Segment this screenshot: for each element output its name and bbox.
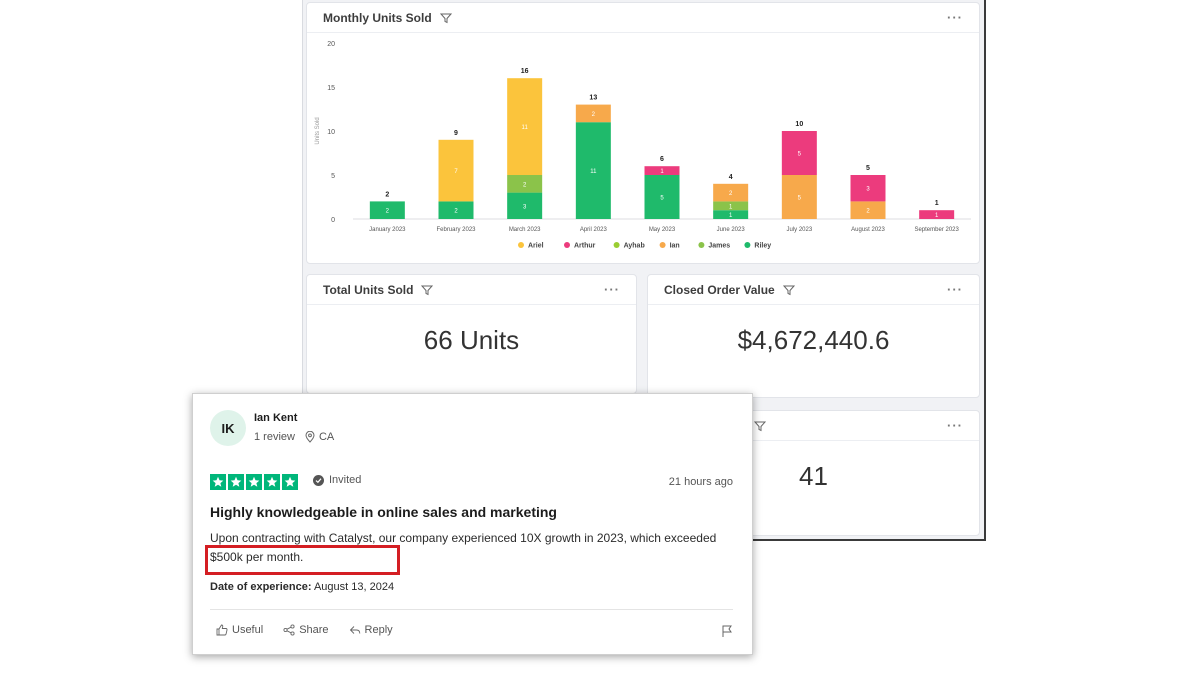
total-label: 16 — [521, 68, 529, 75]
date-value: August 13, 2024 — [313, 581, 395, 593]
total-label: 10 — [795, 121, 803, 128]
reply-icon — [349, 626, 360, 634]
reply-button[interactable]: Reply — [349, 624, 393, 636]
y-tick-label: 10 — [327, 129, 335, 136]
star-icon — [264, 474, 280, 490]
y-axis-label: Units Sold — [315, 117, 321, 144]
total-label: 4 — [729, 174, 733, 181]
divider — [210, 609, 733, 610]
useful-label: Useful — [232, 624, 264, 636]
total-label: 5 — [866, 165, 870, 172]
legend-label: James — [708, 243, 730, 250]
filter-icon[interactable] — [754, 420, 766, 432]
panel-title: Closed Order Value — [664, 282, 775, 297]
star-icon — [246, 474, 262, 490]
legend-swatch — [564, 242, 570, 248]
review-timestamp: 21 hours ago — [668, 476, 733, 488]
more-menu-icon[interactable]: ··· — [947, 419, 963, 432]
closed-order-value-panel: Closed Order Value ··· $4,672,440.6 — [647, 274, 980, 398]
x-tick-label: February 2023 — [436, 227, 476, 233]
share-icon — [283, 624, 295, 636]
legend-swatch — [744, 242, 751, 248]
star-icon — [228, 474, 244, 490]
y-tick-label: 5 — [331, 173, 335, 180]
x-tick-label: April 2023 — [580, 227, 608, 233]
thumbs-up-icon — [216, 624, 228, 636]
useful-button[interactable]: Useful — [216, 624, 263, 636]
avatar[interactable]: IK — [210, 410, 246, 446]
invited-badge: Invited — [313, 474, 361, 486]
star-icon — [210, 474, 226, 490]
star-icon — [282, 474, 298, 490]
more-menu-icon[interactable]: ··· — [604, 283, 620, 296]
y-tick-label: 20 — [327, 41, 335, 48]
x-tick-label: August 2023 — [851, 227, 885, 233]
y-tick-label: 15 — [327, 85, 335, 92]
location-pin-icon — [305, 431, 315, 443]
review-count: 1 review — [254, 431, 295, 443]
date-of-experience: Date of experience: August 13, 2024 — [210, 581, 394, 593]
filter-icon[interactable] — [439, 12, 452, 24]
x-tick-label: June 2023 — [717, 227, 746, 233]
share-button[interactable]: Share — [283, 624, 329, 636]
y-tick-label: 0 — [331, 217, 335, 224]
x-tick-label: January 2023 — [369, 227, 406, 233]
invited-label: Invited — [329, 474, 362, 486]
check-circle-icon — [313, 474, 324, 486]
legend-label: Ayhab — [624, 243, 645, 250]
panel-header: Closed Order Value ··· — [648, 275, 979, 305]
reviewer-name[interactable]: Ian Kent — [254, 412, 297, 424]
reviewer-meta: 1 review CA — [254, 431, 334, 443]
total-label: 1 — [935, 200, 939, 207]
highlight-annotation — [205, 545, 400, 575]
panel-header: Monthly Units Sold ··· — [307, 3, 979, 33]
legend-label: Arthur — [574, 243, 596, 250]
monthly-units-chart: 05101520Units Sold22January 2023279Febru… — [315, 41, 971, 250]
legend-label: Ian — [670, 243, 680, 250]
total-units-panel: Total Units Sold ··· 66 Units — [306, 274, 637, 394]
legend-swatch — [659, 242, 666, 248]
more-menu-icon[interactable]: ··· — [947, 11, 963, 24]
more-menu-icon[interactable]: ··· — [947, 283, 963, 296]
panel-title: Monthly Units Sold — [323, 10, 432, 25]
review-card: IK Ian Kent 1 review CA Invited 21 hours… — [192, 393, 753, 655]
stage: Monthly Units Sold ··· 0 5 10 15 20 Units Sol… — [0, 0, 1200, 675]
x-tick-label: May 2023 — [649, 227, 676, 233]
segment-label: 11 — [590, 169, 597, 175]
review-title[interactable]: Highly knowledgeable in online sales and… — [210, 504, 557, 520]
location-text: CA — [318, 431, 335, 443]
legend-swatch — [698, 242, 705, 248]
reviewer-location: CA — [305, 431, 334, 443]
panel-header: Total Units Sold ··· — [307, 275, 636, 305]
x-tick-label: September 2023 — [914, 227, 959, 233]
total-label: 9 — [454, 130, 458, 137]
filter-icon[interactable] — [782, 284, 795, 296]
panel-title: Total Units Sold — [323, 282, 414, 297]
closed-order-value: $4,672,440.6 — [737, 325, 890, 355]
filter-icon[interactable] — [421, 284, 434, 296]
total-units-value: 66 Units — [423, 325, 520, 355]
reply-label: Reply — [364, 624, 393, 636]
star-rating — [210, 474, 298, 490]
legend-label: Ariel — [528, 243, 544, 250]
total-label: 2 — [385, 191, 389, 198]
legend-swatch — [613, 242, 620, 248]
legend-label: Riley — [754, 243, 771, 250]
share-label: Share — [299, 624, 329, 636]
monthly-units-panel: Monthly Units Sold ··· 0 5 10 15 20 Units Sol… — [306, 2, 980, 264]
legend-swatch — [518, 242, 524, 248]
total-label: 13 — [589, 95, 597, 102]
x-tick-label: March 2023 — [509, 227, 541, 233]
flag-icon[interactable] — [721, 624, 733, 638]
x-tick-label: July 2023 — [786, 227, 812, 233]
total-label: 6 — [660, 156, 664, 163]
segment-label: 11 — [522, 125, 529, 131]
review-actions: Useful Share Reply — [216, 624, 393, 636]
date-label: Date of experience: — [210, 581, 312, 593]
